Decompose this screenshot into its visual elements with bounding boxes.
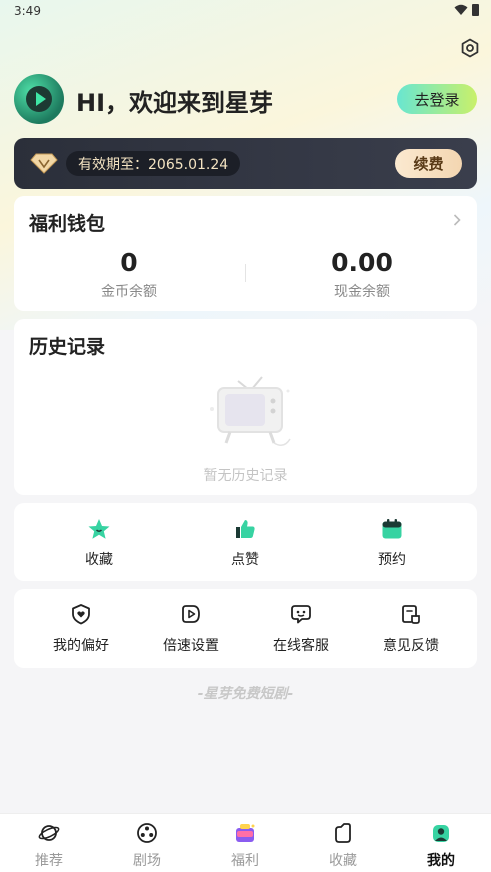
wallet-card[interactable]: 福利钱包 0 金币余额 0.00 现金余额 (14, 196, 477, 311)
bookmark-icon (335, 823, 351, 843)
tool-label: 意见反馈 (383, 638, 439, 654)
greeting-text: HI，欢迎来到星芽 (76, 89, 274, 117)
star-icon (88, 519, 110, 539)
thumbs-up-icon (236, 520, 255, 538)
diamond-icon (30, 153, 58, 174)
bottom-nav: 推荐 剧场 福利 收藏 我的 (0, 813, 491, 872)
nav-label: 收藏 (329, 853, 357, 869)
wifi-icon (454, 4, 468, 15)
nav-label: 推荐 (35, 853, 63, 869)
nav-item-welfare[interactable]: 福利 (196, 822, 294, 870)
chevron-right-icon[interactable] (453, 214, 461, 226)
tool-label: 我的偏好 (53, 638, 109, 654)
coin-balance-value: 0 (120, 248, 138, 277)
coin-balance[interactable]: 0 金币余额 (29, 248, 229, 301)
tv-icon (210, 376, 291, 446)
vip-expiry: 有效期至：2065.01.24 (66, 151, 241, 176)
history-card: 历史记录 暂无历史记录 (14, 319, 477, 495)
quick-action-label: 点赞 (231, 552, 259, 568)
nav-label: 我的 (427, 853, 455, 869)
renew-button[interactable]: 续费 (395, 149, 462, 178)
battery-icon (472, 4, 479, 16)
cash-balance-label: 现金余额 (334, 284, 390, 300)
feedback-icon (402, 605, 420, 624)
nav-label: 福利 (231, 853, 259, 869)
quick-action-reservations[interactable]: 预约 (342, 517, 442, 569)
wallet-title: 福利钱包 (29, 213, 106, 235)
history-empty-text: 暂无历史记录 (203, 468, 288, 484)
planet-icon (38, 825, 60, 841)
footer-slogan: -星芽免费短剧- (197, 686, 294, 702)
avatar[interactable] (14, 74, 64, 124)
nav-item-recommend[interactable]: 推荐 (0, 822, 98, 870)
quick-action-favorites[interactable]: 收藏 (49, 517, 149, 569)
gift-icon (236, 824, 255, 842)
nav-item-profile[interactable]: 我的 (392, 822, 490, 870)
history-title: 历史记录 (29, 336, 106, 358)
nav-item-favorites[interactable]: 收藏 (294, 822, 392, 870)
chat-bot-icon (291, 605, 311, 624)
tool-label: 在线客服 (273, 638, 329, 654)
divider (245, 264, 246, 282)
login-button[interactable]: 去登录 (397, 84, 477, 114)
calendar-icon (382, 519, 402, 539)
status-time: 3:49 (14, 4, 41, 18)
cash-balance-value: 0.00 (331, 248, 393, 277)
tool-customer-service[interactable]: 在线客服 (246, 603, 356, 655)
heart-shield-icon (72, 604, 90, 625)
tool-playback-speed[interactable]: 倍速设置 (136, 603, 246, 655)
nav-item-theater[interactable]: 剧场 (98, 822, 196, 870)
profile-icon (433, 825, 449, 842)
quick-action-label: 收藏 (85, 552, 113, 568)
nav-label: 剧场 (133, 853, 161, 869)
speed-icon (182, 605, 200, 623)
tool-preferences[interactable]: 我的偏好 (26, 603, 136, 655)
settings-icon[interactable] (460, 38, 480, 58)
coin-balance-label: 金币余额 (101, 284, 157, 300)
tool-label: 倍速设置 (163, 638, 219, 654)
cash-balance[interactable]: 0.00 现金余额 (262, 248, 462, 301)
vip-card[interactable]: 有效期至：2065.01.24 续费 (14, 138, 477, 189)
quick-action-label: 预约 (378, 552, 406, 568)
quick-action-likes[interactable]: 点赞 (195, 517, 295, 569)
tool-feedback[interactable]: 意见反馈 (356, 603, 466, 655)
play-icon (26, 86, 52, 112)
status-bar: 3:49 (0, 0, 491, 24)
quick-actions-card: 收藏 点赞 预约 (14, 503, 477, 581)
film-reel-icon (137, 823, 157, 843)
tools-card: 我的偏好 倍速设置 在线客服 意见反馈 (14, 589, 477, 668)
